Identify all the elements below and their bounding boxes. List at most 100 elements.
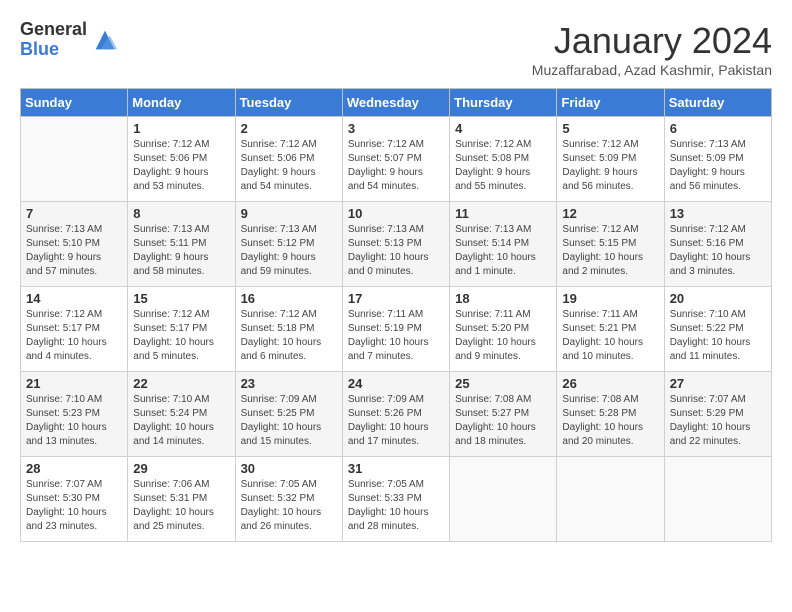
day-info: Sunrise: 7:13 AMSunset: 5:10 PMDaylight:… [26, 223, 122, 279]
calendar-cell: 2 Sunrise: 7:12 AMSunset: 5:06 PMDaylight… [235, 117, 342, 202]
calendar-cell: 1 Sunrise: 7:12 AMSunset: 5:06 PMDaylight… [128, 117, 235, 202]
day-info: Sunrise: 7:12 AMSunset: 5:17 PMDaylight:… [26, 308, 122, 364]
week-row-4: 21 Sunrise: 7:10 AMSunset: 5:23 PMDayligh… [21, 372, 772, 457]
calendar-table: SundayMondayTuesdayWednesdayThursdayFrid… [20, 88, 772, 542]
day-number: 25 [455, 376, 551, 391]
day-info: Sunrise: 7:12 AMSunset: 5:06 PMDaylight:… [241, 138, 337, 194]
day-info: Sunrise: 7:12 AMSunset: 5:16 PMDaylight:… [670, 223, 766, 279]
day-number: 27 [670, 376, 766, 391]
day-number: 18 [455, 291, 551, 306]
day-info: Sunrise: 7:08 AMSunset: 5:27 PMDaylight:… [455, 393, 551, 449]
day-number: 7 [26, 206, 122, 221]
day-info: Sunrise: 7:10 AMSunset: 5:23 PMDaylight:… [26, 393, 122, 449]
header-saturday: Saturday [664, 89, 771, 117]
day-number: 30 [241, 461, 337, 476]
day-info: Sunrise: 7:07 AMSunset: 5:29 PMDaylight:… [670, 393, 766, 449]
day-info: Sunrise: 7:11 AMSunset: 5:20 PMDaylight:… [455, 308, 551, 364]
calendar-cell: 9Sunrise: 7:13 AMSunset: 5:12 PMDaylight… [235, 202, 342, 287]
day-info: Sunrise: 7:13 AMSunset: 5:09 PMDaylight:… [670, 138, 766, 194]
logo-icon [91, 26, 119, 54]
day-number: 24 [348, 376, 444, 391]
day-info: Sunrise: 7:12 AMSunset: 5:09 PMDaylight:… [562, 138, 658, 194]
calendar-cell: 17 Sunrise: 7:11 AMSunset: 5:19 PMDayligh… [342, 287, 449, 372]
calendar-cell: 22 Sunrise: 7:10 AMSunset: 5:24 PMDayligh… [128, 372, 235, 457]
day-number: 31 [348, 461, 444, 476]
day-number: 10 [348, 206, 444, 221]
day-number: 23 [241, 376, 337, 391]
day-number: 9 [241, 206, 337, 221]
day-info: Sunrise: 7:05 AMSunset: 5:32 PMDaylight:… [241, 478, 337, 534]
calendar-cell: 5 Sunrise: 7:12 AMSunset: 5:09 PMDaylight… [557, 117, 664, 202]
day-number: 11 [455, 206, 551, 221]
day-number: 12 [562, 206, 658, 221]
day-number: 16 [241, 291, 337, 306]
day-info: Sunrise: 7:12 AMSunset: 5:07 PMDaylight:… [348, 138, 444, 194]
calendar-cell: 15Sunrise: 7:12 AMSunset: 5:17 PMDayligh… [128, 287, 235, 372]
calendar-cell: 23 Sunrise: 7:09 AMSunset: 5:25 PMDayligh… [235, 372, 342, 457]
week-row-1: 1 Sunrise: 7:12 AMSunset: 5:06 PMDaylight… [21, 117, 772, 202]
calendar-cell: 11 Sunrise: 7:13 AMSunset: 5:14 PMDayligh… [450, 202, 557, 287]
header-friday: Friday [557, 89, 664, 117]
week-row-3: 14 Sunrise: 7:12 AMSunset: 5:17 PMDayligh… [21, 287, 772, 372]
calendar-cell: 26Sunrise: 7:08 AMSunset: 5:28 PMDayligh… [557, 372, 664, 457]
location: Muzaffarabad, Azad Kashmir, Pakistan [532, 62, 772, 78]
calendar-cell: 20 Sunrise: 7:10 AMSunset: 5:22 PMDayligh… [664, 287, 771, 372]
day-number: 5 [562, 121, 658, 136]
calendar-cell: 21 Sunrise: 7:10 AMSunset: 5:23 PMDayligh… [21, 372, 128, 457]
day-info: Sunrise: 7:11 AMSunset: 5:21 PMDaylight:… [562, 308, 658, 364]
day-number: 21 [26, 376, 122, 391]
day-number: 20 [670, 291, 766, 306]
day-info: Sunrise: 7:12 AMSunset: 5:15 PMDaylight:… [562, 223, 658, 279]
calendar-cell: 18 Sunrise: 7:11 AMSunset: 5:20 PMDayligh… [450, 287, 557, 372]
day-info: Sunrise: 7:10 AMSunset: 5:24 PMDaylight:… [133, 393, 229, 449]
logo: General Blue [20, 20, 119, 60]
calendar-cell: 19 Sunrise: 7:11 AMSunset: 5:21 PMDayligh… [557, 287, 664, 372]
calendar-cell: 30 Sunrise: 7:05 AMSunset: 5:32 PMDayligh… [235, 457, 342, 542]
day-info: Sunrise: 7:09 AMSunset: 5:25 PMDaylight:… [241, 393, 337, 449]
calendar-cell: 29 Sunrise: 7:06 AMSunset: 5:31 PMDayligh… [128, 457, 235, 542]
day-number: 13 [670, 206, 766, 221]
day-number: 17 [348, 291, 444, 306]
day-number: 4 [455, 121, 551, 136]
day-number: 2 [241, 121, 337, 136]
day-info: Sunrise: 7:07 AMSunset: 5:30 PMDaylight:… [26, 478, 122, 534]
header-sunday: Sunday [21, 89, 128, 117]
calendar-cell: 10 Sunrise: 7:13 AMSunset: 5:13 PMDayligh… [342, 202, 449, 287]
day-number: 14 [26, 291, 122, 306]
day-number: 6 [670, 121, 766, 136]
calendar-cell [21, 117, 128, 202]
day-info: Sunrise: 7:05 AMSunset: 5:33 PMDaylight:… [348, 478, 444, 534]
header-wednesday: Wednesday [342, 89, 449, 117]
day-info: Sunrise: 7:13 AMSunset: 5:13 PMDaylight:… [348, 223, 444, 279]
calendar-cell [450, 457, 557, 542]
calendar-cell [664, 457, 771, 542]
title-area: January 2024 Muzaffarabad, Azad Kashmir,… [532, 20, 772, 78]
calendar-cell: 3Sunrise: 7:12 AMSunset: 5:07 PMDaylight… [342, 117, 449, 202]
day-info: Sunrise: 7:11 AMSunset: 5:19 PMDaylight:… [348, 308, 444, 364]
calendar-cell: 31 Sunrise: 7:05 AMSunset: 5:33 PMDayligh… [342, 457, 449, 542]
day-info: Sunrise: 7:12 AMSunset: 5:06 PMDaylight:… [133, 138, 229, 194]
calendar-cell: 8Sunrise: 7:13 AMSunset: 5:11 PMDaylight… [128, 202, 235, 287]
day-info: Sunrise: 7:13 AMSunset: 5:14 PMDaylight:… [455, 223, 551, 279]
day-info: Sunrise: 7:12 AMSunset: 5:17 PMDaylight:… [133, 308, 229, 364]
day-info: Sunrise: 7:09 AMSunset: 5:26 PMDaylight:… [348, 393, 444, 449]
header-thursday: Thursday [450, 89, 557, 117]
month-title: January 2024 [532, 20, 772, 62]
calendar-cell: 28Sunrise: 7:07 AMSunset: 5:30 PMDayligh… [21, 457, 128, 542]
day-number: 29 [133, 461, 229, 476]
day-info: Sunrise: 7:10 AMSunset: 5:22 PMDaylight:… [670, 308, 766, 364]
day-info: Sunrise: 7:12 AMSunset: 5:08 PMDaylight:… [455, 138, 551, 194]
logo-blue-text: Blue [20, 40, 87, 60]
calendar-cell: 14 Sunrise: 7:12 AMSunset: 5:17 PMDayligh… [21, 287, 128, 372]
calendar-cell: 25 Sunrise: 7:08 AMSunset: 5:27 PMDayligh… [450, 372, 557, 457]
calendar-cell [557, 457, 664, 542]
header-monday: Monday [128, 89, 235, 117]
day-number: 19 [562, 291, 658, 306]
calendar-cell: 6 Sunrise: 7:13 AMSunset: 5:09 PMDaylight… [664, 117, 771, 202]
day-info: Sunrise: 7:06 AMSunset: 5:31 PMDaylight:… [133, 478, 229, 534]
day-number: 8 [133, 206, 229, 221]
day-info: Sunrise: 7:08 AMSunset: 5:28 PMDaylight:… [562, 393, 658, 449]
calendar-header-row: SundayMondayTuesdayWednesdayThursdayFrid… [21, 89, 772, 117]
day-number: 1 [133, 121, 229, 136]
day-number: 22 [133, 376, 229, 391]
